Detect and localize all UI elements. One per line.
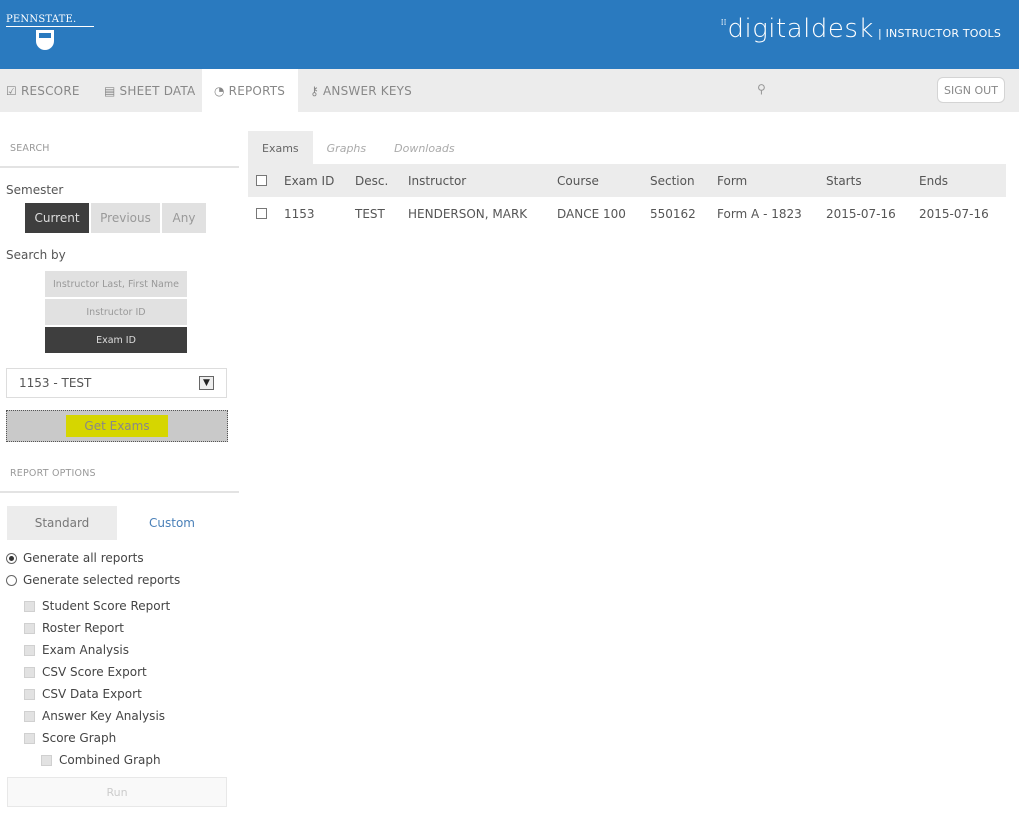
- checkbox-label: Exam Analysis: [42, 643, 129, 657]
- report-score-graph[interactable]: Score Graph: [24, 731, 116, 745]
- exam-select[interactable]: 1153 - TEST ▼: [6, 368, 227, 398]
- tab-standard[interactable]: Standard: [7, 506, 117, 540]
- brand-name: digitaldesk: [727, 14, 874, 44]
- pennstate-wordmark: PENNSTATE.: [6, 14, 77, 25]
- checkbox[interactable]: [41, 754, 52, 766]
- table-header: Exam ID Desc. Instructor Course Section …: [248, 164, 1006, 197]
- checkbox-label: CSV Score Export: [42, 665, 147, 679]
- row-checkbox[interactable]: [256, 208, 267, 219]
- col-desc[interactable]: Desc.: [355, 174, 388, 188]
- document-icon: ▤: [104, 83, 116, 98]
- main-tabs: Exams Graphs Downloads: [248, 131, 469, 165]
- nav-rescore[interactable]: ☑ RESCORE: [6, 69, 92, 112]
- radio-button[interactable]: [6, 552, 17, 564]
- dots-icon: ⁞⁞: [720, 18, 727, 28]
- nav-reports-label: REPORTS: [228, 83, 286, 98]
- nav-answer-keys[interactable]: ⚷ ANSWER KEYS: [310, 69, 420, 112]
- pennstate-logo[interactable]: PENNSTATE.: [6, 14, 94, 50]
- exam-select-value: 1153 - TEST: [19, 376, 92, 390]
- search-section-title: SEARCH: [10, 143, 50, 154]
- chevron-down-icon[interactable]: ▼: [199, 376, 214, 390]
- radio-label: Generate selected reports: [23, 573, 181, 587]
- checkbox-label: CSV Data Export: [42, 687, 142, 701]
- report-exam-analysis[interactable]: Exam Analysis: [24, 643, 129, 657]
- get-exams-label: Get Exams: [66, 415, 168, 437]
- cell-ends: 2015-07-16: [919, 206, 989, 221]
- tab-graphs[interactable]: Graphs: [313, 131, 380, 165]
- search-by-instructor-id[interactable]: Instructor ID: [45, 299, 187, 325]
- nav-reports[interactable]: ◔ REPORTS: [202, 69, 298, 112]
- app-header: PENNSTATE. ⁞⁞ digitaldesk | INSTRUCTOR T…: [0, 0, 1019, 69]
- cell-course: DANCE 100: [557, 206, 626, 221]
- pie-chart-icon: ◔: [214, 83, 225, 98]
- nav-answer-keys-label: ANSWER KEYS: [323, 83, 413, 98]
- radio-generate-selected[interactable]: Generate selected reports: [6, 573, 180, 587]
- get-exams-button[interactable]: Get Exams: [6, 410, 228, 442]
- col-form[interactable]: Form: [717, 174, 747, 188]
- report-options-title: REPORT OPTIONS: [10, 468, 96, 479]
- col-starts[interactable]: Starts: [826, 174, 862, 188]
- checkbox[interactable]: [24, 600, 35, 612]
- tab-custom[interactable]: Custom: [117, 506, 227, 540]
- semester-label: Semester: [6, 183, 64, 197]
- col-ends[interactable]: Ends: [919, 174, 948, 188]
- col-section[interactable]: Section: [650, 174, 695, 188]
- cell-starts: 2015-07-16: [826, 206, 896, 221]
- cell-exam-id: 1153: [284, 206, 315, 221]
- search-by-label: Search by: [6, 248, 66, 262]
- col-exam-id[interactable]: Exam ID: [284, 174, 334, 188]
- checkbox[interactable]: [24, 644, 35, 656]
- cell-desc: TEST: [355, 206, 385, 221]
- col-course[interactable]: Course: [557, 174, 599, 188]
- semester-previous[interactable]: Previous: [91, 203, 160, 233]
- report-roster[interactable]: Roster Report: [24, 621, 124, 635]
- run-button[interactable]: Run: [7, 777, 227, 807]
- col-instructor[interactable]: Instructor: [408, 174, 466, 188]
- select-all-checkbox[interactable]: [256, 175, 267, 186]
- tab-downloads[interactable]: Downloads: [380, 131, 468, 165]
- checkbox-label: Combined Graph: [59, 753, 161, 767]
- digitaldesk-logo[interactable]: ⁞⁞ digitaldesk | INSTRUCTOR TOOLS: [721, 14, 1001, 44]
- radio-button[interactable]: [6, 574, 17, 586]
- checkbox-label: Answer Key Analysis: [42, 709, 166, 723]
- cell-section: 550162: [650, 206, 696, 221]
- nav-sheet-data[interactable]: ▤ SHEET DATA: [104, 69, 200, 112]
- divider: [0, 166, 239, 168]
- user-icon: ⚲: [757, 82, 766, 96]
- report-student-score[interactable]: Student Score Report: [24, 599, 170, 613]
- semester-current[interactable]: Current: [25, 203, 89, 233]
- sign-out-button[interactable]: SIGN OUT: [937, 77, 1005, 103]
- cell-form: Form A - 1823: [717, 206, 802, 221]
- radio-label: Generate all reports: [23, 551, 144, 565]
- nav-rescore-label: RESCORE: [20, 83, 80, 98]
- checkbox[interactable]: [24, 666, 35, 678]
- semester-any[interactable]: Any: [162, 203, 206, 233]
- search-by-instructor-name[interactable]: Instructor Last, First Name: [45, 271, 187, 297]
- report-csv-data[interactable]: CSV Data Export: [24, 687, 142, 701]
- exams-table: Exam ID Desc. Instructor Course Section …: [248, 164, 1006, 230]
- report-csv-score[interactable]: CSV Score Export: [24, 665, 147, 679]
- table-row[interactable]: 1153 TEST HENDERSON, MARK DANCE 100 5501…: [248, 197, 1006, 230]
- radio-generate-all[interactable]: Generate all reports: [6, 551, 144, 565]
- brand-suffix: | INSTRUCTOR TOOLS: [877, 27, 1001, 40]
- checkbox-icon: ☑: [6, 83, 17, 98]
- checkbox-label: Roster Report: [42, 621, 125, 635]
- search-by-exam-id[interactable]: Exam ID: [45, 327, 187, 353]
- checkbox[interactable]: [24, 688, 35, 700]
- tab-exams[interactable]: Exams: [248, 131, 313, 165]
- shield-icon: [36, 30, 54, 50]
- checkbox-label: Score Graph: [42, 731, 117, 745]
- key-icon: ⚷: [310, 83, 319, 98]
- divider: [0, 491, 239, 493]
- cell-instructor: HENDERSON, MARK: [408, 206, 528, 221]
- checkbox[interactable]: [24, 622, 35, 634]
- checkbox[interactable]: [24, 710, 35, 722]
- report-answer-key[interactable]: Answer Key Analysis: [24, 709, 165, 723]
- report-combined-graph[interactable]: Combined Graph: [41, 753, 161, 767]
- checkbox-label: Student Score Report: [42, 599, 171, 613]
- checkbox[interactable]: [24, 732, 35, 744]
- nav-sheet-data-label: SHEET DATA: [119, 83, 196, 98]
- main-nav: ☑ RESCORE ▤ SHEET DATA ◔ REPORTS ⚷ ANSWE…: [0, 69, 1019, 112]
